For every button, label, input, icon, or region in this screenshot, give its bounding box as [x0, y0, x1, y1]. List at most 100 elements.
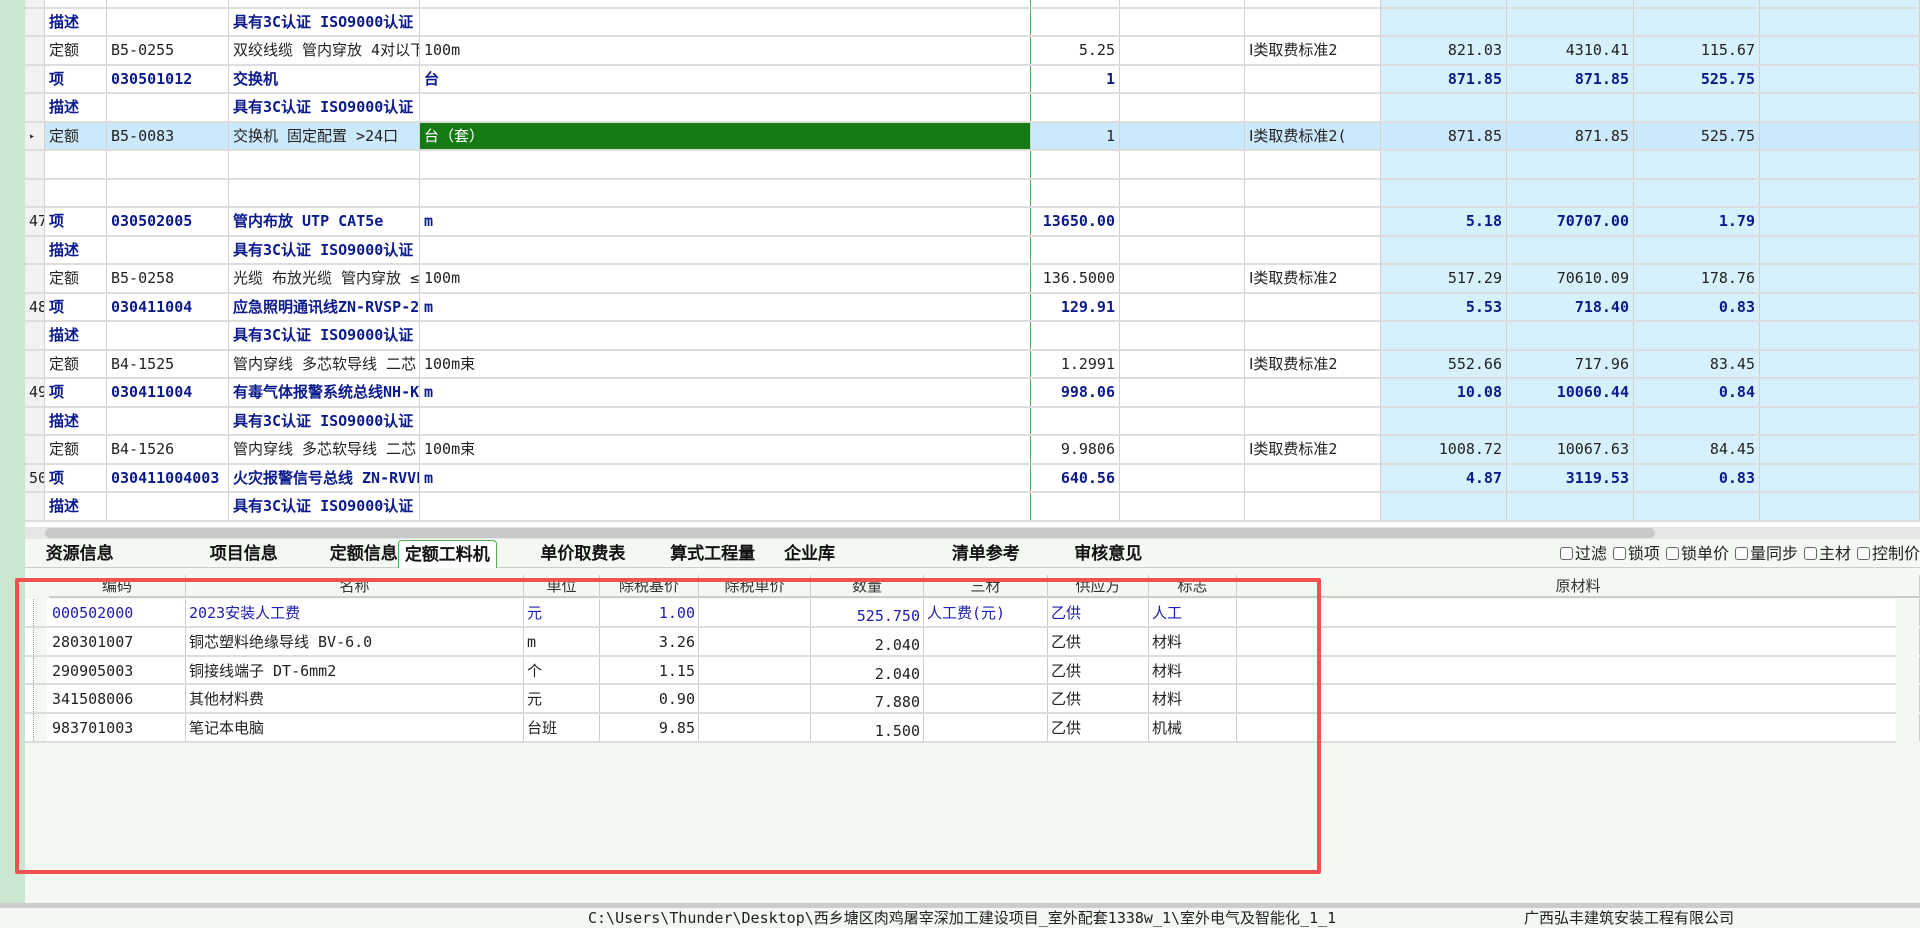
- cell-type[interactable]: [45, 179, 107, 206]
- cell-unit[interactable]: [420, 8, 1031, 35]
- cell-extra[interactable]: [1760, 493, 1920, 520]
- cell-unit[interactable]: 100m束: [420, 350, 1031, 377]
- cell-unit-price[interactable]: 5.53: [1381, 293, 1507, 320]
- cell-code[interactable]: B5-0083: [107, 122, 229, 149]
- cell-unit[interactable]: [420, 151, 1031, 178]
- cell-blank[interactable]: [1120, 350, 1245, 377]
- tab-1[interactable]: 项目信息: [204, 540, 284, 568]
- cell-unit-price[interactable]: [1381, 407, 1507, 434]
- option-checkbox-4[interactable]: 主材: [1803, 541, 1851, 567]
- cell-code[interactable]: 030411004: [107, 379, 229, 406]
- cell-labor-cost[interactable]: 83.45: [1634, 350, 1760, 377]
- cell-name[interactable]: 笔记本电脑: [186, 714, 524, 741]
- cell-flag[interactable]: 人工: [1149, 599, 1237, 626]
- cell-code[interactable]: [107, 8, 229, 35]
- cell-name[interactable]: 管内穿线 多芯软导线 二芯 导线截面（≤2.5mm²）: [229, 436, 420, 463]
- tab-2[interactable]: 定额信息: [324, 540, 404, 568]
- column-header-supplier[interactable]: 供应方: [1048, 575, 1149, 598]
- cell-total[interactable]: 871.85: [1507, 122, 1634, 149]
- cell-labor-cost[interactable]: 0.84: [1634, 379, 1760, 406]
- cell-extra[interactable]: [1760, 0, 1920, 7]
- tab-3[interactable]: 定额工料机: [397, 540, 497, 568]
- cell-quantity[interactable]: [1031, 0, 1120, 7]
- table-row[interactable]: 定额B4-1525管内穿线 多芯软导线 二芯 导线截面（≤1.5mm²）100m…: [25, 350, 1920, 379]
- cell-type[interactable]: 定额: [45, 436, 107, 463]
- cell-unit[interactable]: m: [524, 627, 600, 655]
- cell-fee-standard[interactable]: [1245, 464, 1381, 491]
- cell-unit[interactable]: [420, 179, 1031, 206]
- cell-unit[interactable]: [420, 493, 1031, 520]
- table-row[interactable]: 48项030411004应急照明通讯线ZN-RVSP-2*1.5mm2m129.…: [25, 293, 1920, 322]
- cell-three-materials[interactable]: 人工费(元): [924, 599, 1048, 626]
- cell-quantity[interactable]: [1031, 151, 1120, 178]
- cell-extra[interactable]: [1760, 379, 1920, 406]
- cell-code[interactable]: 290905003: [49, 656, 186, 684]
- cell-fee-standard[interactable]: [1245, 293, 1381, 320]
- cell-labor-cost[interactable]: [1634, 179, 1760, 206]
- cell-row-number[interactable]: [25, 407, 45, 434]
- cell-blank[interactable]: [1120, 293, 1245, 320]
- cell-quantity[interactable]: 2.040: [811, 627, 924, 655]
- cell-quantity[interactable]: [1031, 236, 1120, 263]
- cell-unit-price[interactable]: [1381, 151, 1507, 178]
- cell-type[interactable]: 项: [45, 293, 107, 320]
- table-row[interactable]: 定额B5-0258光缆 布放光缆 管内穿放 ≤12芯100m136.5000 Ⅰ类…: [25, 265, 1920, 294]
- checkbox-icon[interactable]: [1734, 547, 1748, 560]
- cell-blank[interactable]: [1120, 265, 1245, 292]
- cell-unit[interactable]: [420, 322, 1031, 349]
- tab-4[interactable]: 单价取费表: [534, 540, 631, 568]
- cell-total[interactable]: [1507, 179, 1634, 206]
- cell-code[interactable]: [107, 493, 229, 520]
- cell-type[interactable]: 描述: [45, 322, 107, 349]
- cell-total[interactable]: [1507, 0, 1634, 7]
- cell-extra[interactable]: [1760, 37, 1920, 64]
- cell-fee-standard[interactable]: [1245, 322, 1381, 349]
- table-row[interactable]: 983701003 笔记本电脑 台班 9.85 1.500 乙供 机械: [25, 714, 1920, 743]
- cell-base-price[interactable]: 9.85: [600, 714, 699, 741]
- cell-name[interactable]: 交换机 固定配置 >24口: [229, 122, 420, 149]
- cell-supplier[interactable]: 乙供: [1048, 685, 1149, 713]
- cell-raw-material[interactable]: [1237, 656, 1920, 684]
- cell-code[interactable]: [107, 94, 229, 121]
- cell-raw-material[interactable]: [1237, 599, 1920, 626]
- cell-unit-price[interactable]: 552.66: [1381, 350, 1507, 377]
- cell-total[interactable]: 10067.63: [1507, 436, 1634, 463]
- table-row[interactable]: 定额B4-1526管内穿线 多芯软导线 二芯 导线截面（≤2.5mm²）100m…: [25, 436, 1920, 465]
- table-row[interactable]: 描述 具有3C认证 ISO9000认证: [25, 407, 1920, 436]
- cell-blank[interactable]: [1120, 379, 1245, 406]
- tab-7[interactable]: 清单参考: [946, 540, 1026, 568]
- cell-blank[interactable]: [1120, 464, 1245, 491]
- cell-blank[interactable]: [1120, 179, 1245, 206]
- cell-total[interactable]: [1507, 94, 1634, 121]
- cell-row-number[interactable]: [25, 179, 45, 206]
- cell-fee-standard[interactable]: [1245, 151, 1381, 178]
- cell-unit-price[interactable]: 871.85: [1381, 65, 1507, 92]
- cell-code[interactable]: 030501012: [107, 65, 229, 92]
- cell-base-price[interactable]: 1.15: [600, 656, 699, 684]
- cell-three-materials[interactable]: [924, 714, 1048, 741]
- cell-type[interactable]: 项: [45, 379, 107, 406]
- cell-fee-standard[interactable]: Ⅰ类取费标准2: [1245, 350, 1381, 377]
- table-row[interactable]: 描述 具有3C认证 ISO9000认证: [25, 322, 1920, 351]
- tab-8[interactable]: 审核意见: [1068, 540, 1148, 568]
- cell-quantity[interactable]: 136.5000: [1031, 265, 1120, 292]
- cell-total[interactable]: 3119.53: [1507, 464, 1634, 491]
- cell-blank[interactable]: [1120, 436, 1245, 463]
- option-checkbox-0[interactable]: 过滤: [1559, 541, 1607, 567]
- cell-blank[interactable]: [1120, 8, 1245, 35]
- cell-unit[interactable]: 元: [524, 599, 600, 626]
- column-header-unit[interactable]: 单位: [524, 575, 600, 598]
- cell-base-price[interactable]: 1.00: [600, 599, 699, 626]
- cell-name[interactable]: [229, 179, 420, 206]
- table-row[interactable]: 描述 具有3C认证 ISO9000认证: [25, 8, 1920, 37]
- cell-total[interactable]: [1507, 8, 1634, 35]
- cell-unit[interactable]: 元: [524, 685, 600, 713]
- cell-name[interactable]: 铜接线端子 DT-6mm2: [186, 656, 524, 684]
- cell-blank[interactable]: [1120, 236, 1245, 263]
- table-row[interactable]: 描述 具有3C认证 ISO9000认证: [25, 236, 1920, 265]
- cell-total[interactable]: 717.96: [1507, 350, 1634, 377]
- cell-quantity[interactable]: 9.9806: [1031, 436, 1120, 463]
- cell-extra[interactable]: [1760, 407, 1920, 434]
- cell-blank[interactable]: [1120, 151, 1245, 178]
- table-row[interactable]: 50项030411004003火灾报警信号总线 ZN-RVVP-2x1.5mm2…: [25, 464, 1920, 493]
